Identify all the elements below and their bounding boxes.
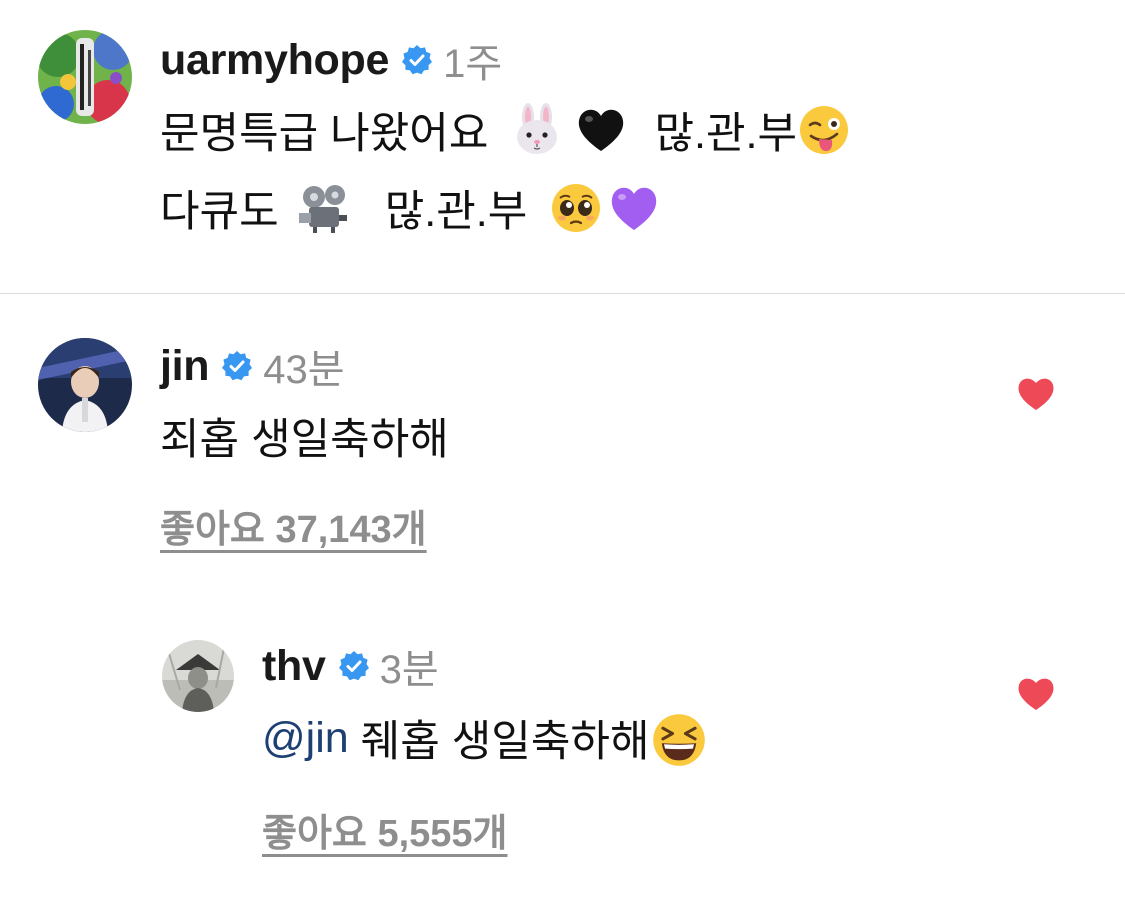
comment-text-line-1: 문명특급 나왔어요 많.관.부: [160, 100, 851, 160]
purple-heart-icon: [607, 181, 661, 235]
comment-text-line-2: 다큐도 많.관.부: [160, 178, 661, 238]
mention-link[interactable]: @jin: [262, 714, 349, 763]
verified-badge-icon: [338, 650, 370, 682]
like-heart-icon[interactable]: [1016, 376, 1056, 412]
winking-tongue-face-icon: [797, 103, 851, 157]
avatar-thv[interactable]: [162, 640, 234, 712]
grinning-squinting-face-icon: [650, 711, 705, 766]
verified-badge-icon: [221, 350, 253, 382]
like-heart-icon[interactable]: [1016, 676, 1056, 712]
comment-text: 많.관.부: [654, 110, 798, 158]
avatar-jin[interactable]: [38, 338, 132, 432]
comment-text: 많.관.부: [384, 188, 528, 236]
comment-text: 죄홉 생일축하해: [160, 416, 449, 464]
comment-text-line: @jin 줴홉 생일축하해: [262, 708, 705, 768]
film-projector-icon: [297, 181, 351, 235]
comment-time: 1주: [443, 42, 503, 86]
comment-jin: jin 43분 죄홉 생일축하해 좋아요 37,143개: [0, 294, 1125, 594]
comment-text: 줴홉 생일축하해: [360, 718, 650, 766]
comment-text: 다큐도: [160, 188, 279, 236]
comment-time: 3분: [379, 648, 439, 692]
black-heart-icon: [574, 103, 628, 157]
likes-count-link[interactable]: 좋아요 37,143개: [160, 498, 427, 553]
comment-time: 43분: [263, 348, 345, 392]
verified-badge-icon: [401, 44, 433, 76]
username[interactable]: jin: [160, 342, 210, 391]
comment-text-line: 죄홉 생일축하해: [160, 406, 449, 466]
comment-uarmyhope: uarmyhope 1주 문명특급 나왔어요 많.관.부 다큐도 많.관.부: [0, 0, 1125, 293]
likes-count-link[interactable]: 좋아요 5,555개: [262, 802, 508, 857]
rabbit-face-icon: [510, 103, 564, 157]
comment-text: 문명특급 나왔어요: [160, 110, 489, 158]
username[interactable]: thv: [262, 642, 326, 691]
username[interactable]: uarmyhope: [160, 36, 389, 85]
comment-header: uarmyhope 1주: [160, 36, 502, 87]
avatar-uarmyhope[interactable]: [38, 30, 132, 124]
comment-header: thv 3분: [262, 642, 439, 693]
comment-reply-thv: thv 3분 @jin 줴홉 생일축하해 좋아요 5,555개: [0, 620, 1125, 906]
comment-header: jin 43분: [160, 342, 345, 393]
pleading-face-icon: [549, 181, 603, 235]
